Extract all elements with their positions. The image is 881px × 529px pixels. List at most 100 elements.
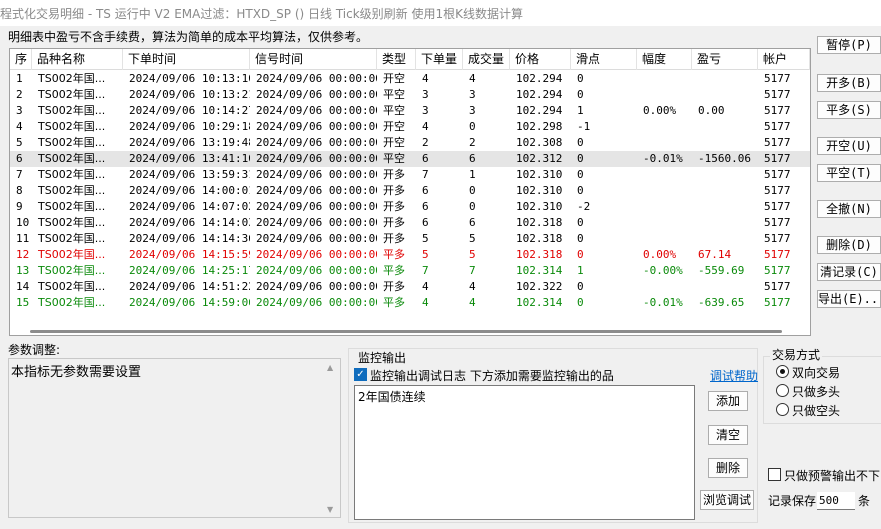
table-row[interactable]: 3 TS002年国... 2024/09/06 10:14:27 2024/09/06… xyxy=(10,103,810,119)
table-row[interactable]: 9 TS002年国... 2024/09/06 14:07:02 2024/09/06… xyxy=(10,199,810,215)
delete-monitor-button[interactable]: 删除 xyxy=(708,458,748,478)
table-row[interactable]: 13 TS002年国... 2024/09/06 14:25:17 2024/09/0… xyxy=(10,263,810,279)
table-row[interactable]: 1 TS002年国... 2024/09/06 10:13:10 2024/09/06… xyxy=(10,71,810,87)
cell-pnl xyxy=(692,167,758,183)
export-button[interactable]: 导出(E)... xyxy=(817,290,881,308)
table-row[interactable]: 6 TS002年国... 2024/09/06 13:41:10 2024/09/06… xyxy=(10,151,810,167)
delete-record-button[interactable]: 删除(D) xyxy=(817,236,881,254)
params-vertical-scrollbar[interactable]: ▲ ▼ xyxy=(324,359,340,517)
withdraw-all-button[interactable]: 全撤(N) xyxy=(817,200,881,218)
alert-only-checkbox[interactable] xyxy=(768,468,781,481)
cell-account: 5177 xyxy=(764,264,791,277)
cell-order-time: 2024/09/06 13:59:31 xyxy=(129,168,250,181)
scroll-down-icon[interactable]: ▼ xyxy=(327,505,333,514)
trade-detail-table[interactable]: 序品种名称 下单时间 信号时间 类型 下单量 成交量 价格 滑点 幅度 盈亏 帐户 1 TS002年国… xyxy=(9,48,811,336)
cell-order-time: 2024/09/06 10:13:10 xyxy=(129,72,250,85)
trade-mode-radio-both[interactable] xyxy=(776,365,789,378)
pause-button[interactable]: 暂停(P) xyxy=(817,36,881,54)
cell-account: 5177 xyxy=(764,280,791,293)
table-row[interactable]: 7 TS002年国... 2024/09/06 13:59:31 2024/09/06… xyxy=(10,167,810,183)
monitor-list[interactable]: 2年国债连续 xyxy=(354,385,695,520)
alert-only-label: 只做预警输出不下... xyxy=(784,469,881,483)
clear-monitor-button[interactable]: 清空 xyxy=(708,425,748,445)
debug-help-link[interactable]: 调试帮助 xyxy=(710,367,758,384)
clear-records-button[interactable]: 清记录(C) xyxy=(817,263,881,281)
cell-fill-qty: 6 xyxy=(469,152,476,165)
cell-order-qty: 4 xyxy=(422,120,429,133)
cell-type: 开多 xyxy=(383,216,405,229)
header-col-account[interactable]: 帐户 xyxy=(758,49,810,70)
cell-pnl xyxy=(692,231,758,247)
table-row[interactable]: 5 TS002年国... 2024/09/06 13:19:48 2024/09/06… xyxy=(10,135,810,151)
header-col-index[interactable]: 序 xyxy=(10,49,32,70)
table-row[interactable]: 2 TS002年国... 2024/09/06 10:13:21 2024/09/06… xyxy=(10,87,810,103)
table-row[interactable]: 10 TS002年国... 2024/09/06 14:14:03 2024/09/0… xyxy=(10,215,810,231)
cell-order-time: 2024/09/06 14:15:59 xyxy=(129,248,250,261)
cell-price: 102.318 xyxy=(516,216,563,229)
record-keep-input[interactable] xyxy=(817,492,855,510)
cell-symbol: TS002年国... xyxy=(38,136,106,149)
table-row[interactable]: 12 TS002年国... 2024/09/06 14:15:59 2024/09/0… xyxy=(10,247,810,263)
header-col-symbol[interactable]: 品种名称 xyxy=(32,49,123,70)
header-col-order-time[interactable]: 下单时间 xyxy=(123,49,250,70)
cell-order-qty: 4 xyxy=(422,72,429,85)
cell-signal-time: 2024/09/06 00:00:00 xyxy=(256,296,377,309)
cell-type: 平空 xyxy=(383,104,405,117)
cell-order-qty: 6 xyxy=(422,216,429,229)
disclaimer-note: 明细表中盈亏不含手续费，算法为简单的成本平均算法，仅供参考。 xyxy=(8,30,369,44)
header-col-price[interactable]: 价格 xyxy=(510,49,571,70)
cell-index: 7 xyxy=(16,168,23,181)
cell-signal-time: 2024/09/06 00:00:00 xyxy=(256,88,377,101)
scrollbar-thumb[interactable] xyxy=(30,330,782,333)
table-row[interactable]: 14 TS002年国... 2024/09/06 14:51:22 2024/09/0… xyxy=(10,279,810,295)
header-col-pnl[interactable]: 盈亏 xyxy=(692,49,758,70)
cell-change xyxy=(637,135,692,151)
cell-type: 开空 xyxy=(383,136,405,149)
header-col-order-qty[interactable]: 下单量 xyxy=(416,49,463,70)
cell-account: 5177 xyxy=(764,104,791,117)
cell-symbol: TS002年国... xyxy=(38,296,106,309)
table-row[interactable]: 11 TS002年国... 2024/09/06 14:14:36 2024/09/0… xyxy=(10,231,810,247)
trade-mode-label-short: 只做空头 xyxy=(792,404,841,418)
cell-pnl xyxy=(692,279,758,295)
open-short-button[interactable]: 开空(U) xyxy=(817,137,881,155)
cell-symbol: TS002年国... xyxy=(38,120,106,133)
cell-pnl xyxy=(692,87,758,103)
table-row[interactable]: 4 TS002年国... 2024/09/06 10:29:18 2024/09/06… xyxy=(10,119,810,135)
header-col-slippage[interactable]: 滑点 xyxy=(571,49,637,70)
cell-symbol: TS002年国... xyxy=(38,280,106,293)
cell-order-qty: 4 xyxy=(422,296,429,309)
header-col-fill-qty[interactable]: 成交量 xyxy=(463,49,510,70)
params-title: 参数调整: xyxy=(8,343,61,357)
scroll-up-icon[interactable]: ▲ xyxy=(327,363,333,372)
header-col-type[interactable]: 类型 xyxy=(377,49,416,70)
close-short-button[interactable]: 平空(T) xyxy=(817,164,881,182)
table-row[interactable]: 15 TS002年国... 2024/09/06 14:59:06 2024/09/0… xyxy=(10,295,810,311)
add-monitor-button[interactable]: 添加 xyxy=(708,391,748,411)
cell-change: -0.00% xyxy=(643,264,683,277)
cell-order-time: 2024/09/06 14:14:36 xyxy=(129,232,250,245)
browse-debug-button[interactable]: 浏览调试 xyxy=(700,490,754,510)
cell-fill-qty: 4 xyxy=(469,280,476,293)
cell-price: 102.318 xyxy=(516,248,563,261)
trade-mode-radio-long[interactable] xyxy=(776,384,789,397)
monitor-checkbox[interactable]: ✓ xyxy=(354,368,367,381)
header-col-change[interactable]: 幅度 xyxy=(637,49,692,70)
monitor-list-item[interactable]: 2年国债连续 xyxy=(358,388,426,405)
cell-pnl: 67.14 xyxy=(698,248,732,261)
cell-signal-time: 2024/09/06 00:00:00 xyxy=(256,248,377,261)
cell-slippage: 1 xyxy=(577,264,584,277)
table-row[interactable]: 8 TS002年国... 2024/09/06 14:00:01 2024/09/06… xyxy=(10,183,810,199)
cell-index: 3 xyxy=(16,104,23,117)
params-textbox[interactable]: 本指标无参数需要设置 ▲ ▼ xyxy=(8,358,341,518)
cell-signal-time: 2024/09/06 00:00:00 xyxy=(256,120,377,133)
cell-index: 13 xyxy=(16,264,30,277)
open-long-button[interactable]: 开多(B) xyxy=(817,74,881,92)
close-long-button[interactable]: 平多(S) xyxy=(817,101,881,119)
header-col-signal-time[interactable]: 信号时间 xyxy=(250,49,377,70)
trade-mode-radio-short[interactable] xyxy=(776,403,789,416)
cell-fill-qty: 5 xyxy=(469,232,476,245)
cell-index: 9 xyxy=(16,200,23,213)
cell-order-time: 2024/09/06 13:19:48 xyxy=(129,136,250,149)
horizontal-scrollbar[interactable] xyxy=(10,321,810,335)
